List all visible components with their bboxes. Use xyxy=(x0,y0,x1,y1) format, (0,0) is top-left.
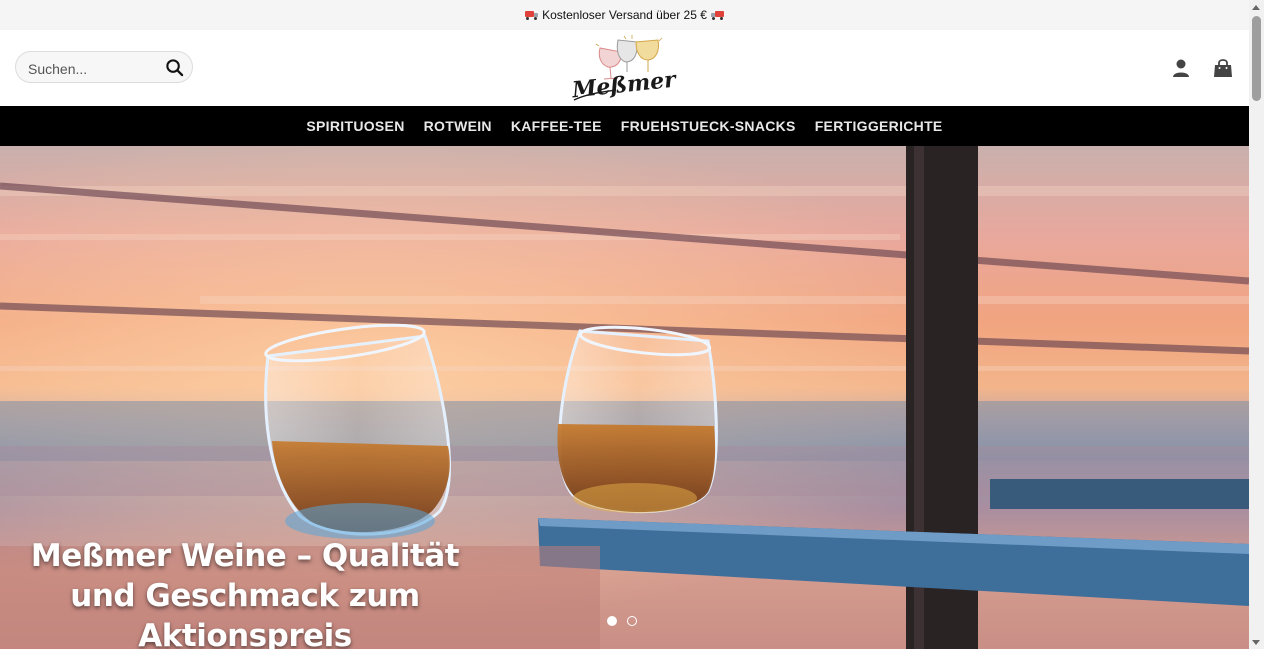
nav-item-spirituosen[interactable]: SPIRITUOSEN xyxy=(306,118,404,134)
main-nav: SPIRITUOSEN ROTWEIN KAFFEE-TEE FRUEHSTUE… xyxy=(0,106,1249,146)
truck-icon xyxy=(525,10,539,20)
nav-item-kaffee-tee[interactable]: KAFFEE-TEE xyxy=(511,118,602,134)
slider-dot-2[interactable] xyxy=(627,616,637,626)
announcement-text: Kostenloser Versand über 25 € xyxy=(542,8,707,22)
announcement-bar: Kostenloser Versand über 25 € xyxy=(0,0,1249,30)
logo-glass-gold xyxy=(635,39,659,72)
search-bar xyxy=(15,51,193,83)
nav-item-rotwein[interactable]: ROTWEIN xyxy=(424,118,492,134)
scrollbar-thumb[interactable] xyxy=(1252,16,1261,101)
nav-item-fruehstueck-snacks[interactable]: FRUEHSTUECK-SNACKS xyxy=(621,118,796,134)
page-scrollbar[interactable] xyxy=(1249,0,1264,649)
hero-title: Meßmer Weine – Qualität und Geschmack zu… xyxy=(30,538,460,649)
logo-wordmark: Meßmer xyxy=(570,66,678,103)
logo[interactable]: Meßmer xyxy=(566,34,684,104)
site-header: Meßmer xyxy=(0,30,1249,106)
slider-dot-1[interactable] xyxy=(607,616,617,626)
shopping-bag-icon[interactable] xyxy=(1212,57,1234,79)
scroll-up-arrow-icon[interactable] xyxy=(1252,5,1260,10)
page: Kostenloser Versand über 25 € Suchen... … xyxy=(0,0,1249,649)
scroll-down-arrow-icon[interactable] xyxy=(1252,640,1260,645)
search-input[interactable] xyxy=(26,59,165,79)
slider-dots xyxy=(607,616,637,626)
search-icon[interactable] xyxy=(165,58,184,77)
truck-icon xyxy=(710,10,724,20)
logo-glass-gray xyxy=(616,39,638,72)
nav-item-fertiggerichte[interactable]: FERTIGGERICHTE xyxy=(815,118,943,134)
glass-right xyxy=(557,325,718,514)
user-icon[interactable] xyxy=(1170,57,1192,79)
hero-slider[interactable]: Meßmer Weine – Qualität und Geschmack zu… xyxy=(0,146,1249,649)
